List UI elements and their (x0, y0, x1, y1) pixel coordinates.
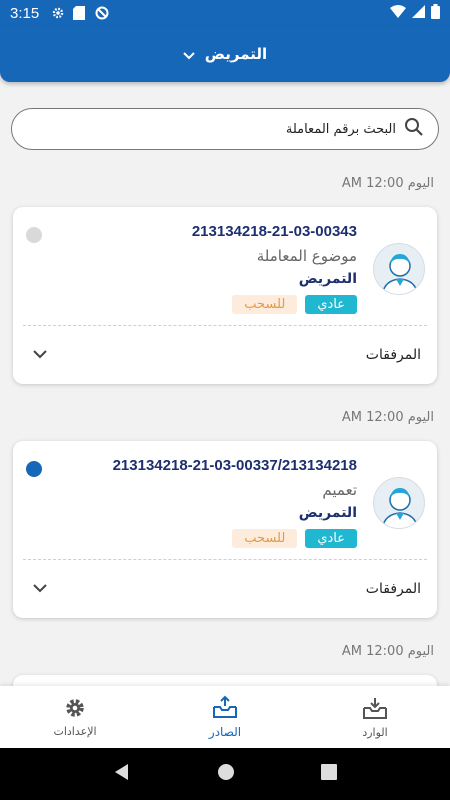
bottom-navigation: الوارد الصادر الإعدادات (0, 686, 450, 748)
attachments-toggle[interactable]: المرفقات (13, 326, 437, 384)
inbox-icon (362, 696, 388, 724)
back-icon[interactable] (113, 763, 131, 785)
signal-icon (412, 5, 425, 21)
search-bar (11, 108, 439, 150)
attachments-toggle[interactable]: المرفقات (13, 560, 437, 618)
app-header: التمريض (0, 26, 450, 82)
transaction-subject: تعميم (322, 481, 357, 499)
battery-icon (431, 4, 440, 22)
transaction-subject: موضوع المعاملة (256, 247, 357, 265)
gear-icon (64, 697, 86, 723)
wifi-icon (390, 5, 406, 21)
nav-settings-label: الإعدادات (53, 724, 97, 738)
settings-status-icon (51, 6, 65, 20)
nav-inbox-label: الوارد (362, 725, 388, 739)
read-status-dot (26, 227, 42, 243)
date-label: اليوم 12:00 AM (341, 410, 434, 425)
chevron-down-icon (183, 45, 195, 64)
department-selector[interactable]: التمريض (183, 45, 267, 64)
header-title: التمريض (204, 45, 268, 63)
avatar (373, 243, 425, 295)
home-icon[interactable] (217, 763, 235, 785)
attachments-label: المرفقات (365, 347, 421, 363)
no-disturb-icon (95, 6, 109, 20)
recents-icon[interactable] (321, 764, 337, 784)
system-navigation-bar (0, 748, 450, 800)
transaction-department: التمريض (298, 271, 357, 287)
date-label: اليوم 12:00 AM (341, 176, 434, 191)
priority-badge: عادي (305, 295, 357, 314)
nav-inbox[interactable]: الوارد (320, 696, 430, 739)
nav-outbox-label: الصادر (208, 725, 242, 739)
status-badge: للسحب (232, 295, 298, 314)
priority-badge: عادي (305, 529, 357, 548)
date-label: اليوم 12:00 AM (341, 644, 434, 659)
avatar (373, 477, 425, 529)
status-bar: 3:15 (0, 0, 450, 26)
chevron-down-icon (33, 581, 47, 597)
search-icon[interactable] (404, 117, 424, 141)
sd-card-icon (73, 6, 87, 20)
status-time: 3:15 (10, 4, 40, 22)
transaction-number: 213134218-21-03-00337/213134218 (112, 457, 357, 474)
outbox-icon (212, 695, 238, 723)
unread-status-dot (26, 461, 42, 477)
nav-settings[interactable]: الإعدادات (20, 697, 130, 738)
status-badge: للسحب (232, 529, 298, 548)
nav-outbox[interactable]: الصادر (170, 695, 280, 739)
transaction-card[interactable]: 213134218-21-03-00343 موضوع المعاملة الت… (13, 207, 437, 384)
search-input[interactable] (26, 121, 396, 137)
attachments-label: المرفقات (365, 581, 421, 597)
transaction-card[interactable]: 213134218-21-03-00337/213134218 تعميم ال… (13, 441, 437, 618)
transaction-number: 213134218-21-03-00343 (191, 223, 357, 240)
chevron-down-icon (33, 347, 47, 363)
transaction-department: التمريض (298, 505, 357, 521)
